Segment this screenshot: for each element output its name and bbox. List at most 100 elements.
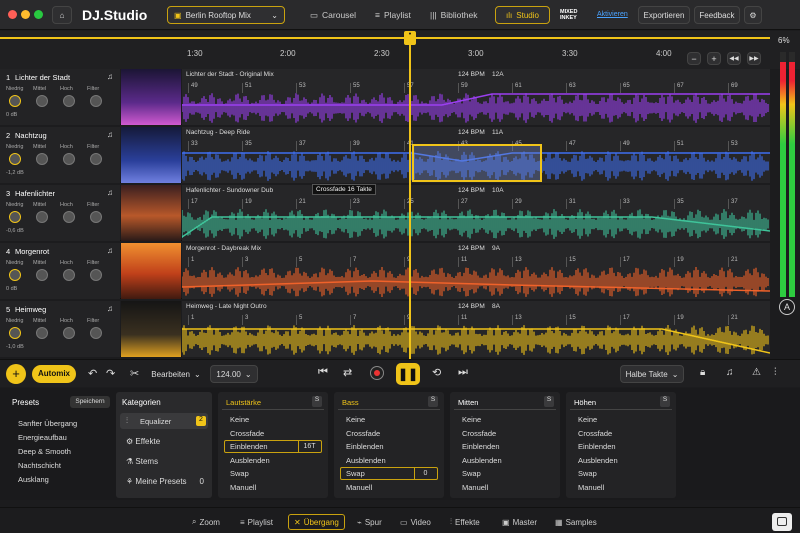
- tab-track[interactable]: ⌁ Spur: [357, 514, 382, 530]
- transition-option[interactable]: Swap: [578, 469, 597, 478]
- tab-playlist[interactable]: ≡ Playlist: [375, 6, 411, 24]
- transition-option[interactable]: Crossfade: [230, 429, 264, 438]
- eq-knob[interactable]: [63, 153, 75, 165]
- jump-end-button[interactable]: ▶▶: [747, 52, 761, 65]
- tab-zoom[interactable]: ⌕ Zoom: [192, 514, 220, 530]
- maximize-window-button[interactable]: [34, 10, 43, 19]
- eq-knob[interactable]: [9, 327, 21, 339]
- transition-option[interactable]: Swap: [462, 469, 481, 478]
- transition-option[interactable]: Keine: [578, 415, 597, 424]
- chat-button[interactable]: [772, 513, 792, 531]
- activate-link[interactable]: Aktivieren: [597, 11, 628, 18]
- playhead-handle[interactable]: •: [404, 31, 416, 45]
- preset-item[interactable]: Energieaufbau: [18, 433, 67, 442]
- transition-option[interactable]: Manuell: [578, 483, 604, 492]
- solo-button[interactable]: S: [312, 396, 322, 407]
- eq-knob[interactable]: [36, 95, 48, 107]
- settings-button[interactable]: ⚙: [744, 6, 762, 24]
- eq-knob[interactable]: [90, 153, 102, 165]
- transition-option[interactable]: Einblenden: [346, 442, 384, 451]
- headphones-icon[interactable]: ♫: [726, 367, 734, 378]
- limiter-icon[interactable]: A: [779, 299, 795, 315]
- headphones-icon[interactable]: ♫: [107, 304, 113, 313]
- category-stems[interactable]: ⚗ Stems: [126, 457, 158, 466]
- category-effects[interactable]: ⚙ Effekte: [126, 437, 160, 446]
- save-preset-button[interactable]: Speichern: [70, 396, 110, 408]
- close-window-button[interactable]: [8, 10, 17, 19]
- undo-icon[interactable]: ↶: [88, 367, 97, 380]
- next-icon[interactable]: ⏭: [458, 366, 468, 379]
- transition-option[interactable]: Keine: [230, 415, 249, 424]
- bars-dropdown[interactable]: Halbe Takte ⌄: [620, 365, 684, 383]
- transition-option[interactable]: Ausblenden: [462, 456, 502, 465]
- preset-item[interactable]: Ausklang: [18, 475, 49, 484]
- redo-icon[interactable]: ↷: [106, 367, 115, 380]
- edit-mode-dropdown[interactable]: Bearbeiten ⌄: [146, 365, 206, 383]
- transition-option[interactable]: Ausblenden: [230, 456, 270, 465]
- add-button[interactable]: +: [6, 364, 26, 384]
- transition-option[interactable]: Keine: [346, 415, 365, 424]
- transition-option[interactable]: Ausblenden: [346, 456, 386, 465]
- tab-master[interactable]: ▣ Master: [502, 514, 537, 530]
- eq-knob[interactable]: [63, 211, 75, 223]
- eq-knob[interactable]: [36, 153, 48, 165]
- automix-button[interactable]: Automix: [32, 365, 76, 383]
- option-value[interactable]: 16T: [298, 441, 320, 452]
- tab-video[interactable]: ▭ Video: [400, 514, 431, 530]
- eq-knob[interactable]: [90, 327, 102, 339]
- equalizer-icon[interactable]: ⫶: [774, 367, 777, 378]
- preset-item[interactable]: Nachtschicht: [18, 461, 61, 470]
- tab-samples[interactable]: ▦ Samples: [555, 514, 597, 530]
- eq-knob[interactable]: [9, 211, 21, 223]
- mix-selector[interactable]: ▣ Berlin Rooftop Mix ⌄: [167, 6, 285, 24]
- waveform-lane[interactable]: Nachtzug - Deep Ride124 BPM11A3335373941…: [182, 127, 770, 183]
- eq-knob[interactable]: [36, 327, 48, 339]
- home-button[interactable]: ⌂: [52, 6, 72, 24]
- transition-option[interactable]: Einblenden: [462, 442, 500, 451]
- tab-library[interactable]: ||| Bibliothek: [430, 6, 477, 24]
- headphones-icon[interactable]: ♫: [107, 246, 113, 255]
- sync-icon[interactable]: ⇄: [343, 366, 352, 379]
- minimize-window-button[interactable]: [21, 10, 30, 19]
- bpm-field[interactable]: 124.00 ⌄: [210, 365, 258, 383]
- eq-knob[interactable]: [9, 269, 21, 281]
- eq-knob[interactable]: [36, 211, 48, 223]
- crossfade-region[interactable]: [412, 144, 542, 182]
- eq-knob[interactable]: [63, 95, 75, 107]
- transition-option[interactable]: Ausblenden: [578, 456, 618, 465]
- timeline-ruler[interactable]: 1:30 2:00 2:30 3:00 3:30 4:00 − + ◀◀ ▶▶ …: [0, 31, 800, 69]
- waveform-lane[interactable]: Heimweg - Late Night Outro124 BPM8A13579…: [182, 301, 770, 357]
- waveform-lane[interactable]: Morgenrot - Daybreak Mix124 BPM9A1357911…: [182, 243, 770, 299]
- headphones-icon[interactable]: ♫: [107, 72, 113, 81]
- transition-option[interactable]: Manuell: [462, 483, 488, 492]
- transition-option[interactable]: Manuell: [346, 483, 372, 492]
- eq-knob[interactable]: [9, 95, 21, 107]
- eq-knob[interactable]: [90, 269, 102, 281]
- headphones-icon[interactable]: ♫: [107, 130, 113, 139]
- lock-icon[interactable]: 🔒︎: [700, 367, 705, 378]
- waveform-lane[interactable]: Hafenlichter - Sundowner Dub 124 BPM 10A 17…: [182, 185, 770, 241]
- transition-option[interactable]: Keine: [462, 415, 481, 424]
- zoom-in-button[interactable]: +: [707, 52, 721, 65]
- option-value[interactable]: 0: [414, 468, 436, 479]
- tab-studio[interactable]: ılı Studio: [495, 6, 550, 24]
- preset-item[interactable]: Deep & Smooth: [18, 447, 71, 456]
- solo-button[interactable]: S: [544, 396, 554, 407]
- category-my-presets[interactable]: ⚘ Meine Presets 0: [126, 477, 208, 486]
- eq-knob[interactable]: [90, 211, 102, 223]
- transition-option[interactable]: Crossfade: [462, 429, 496, 438]
- eq-knob[interactable]: [9, 153, 21, 165]
- zoom-out-button[interactable]: −: [687, 52, 701, 65]
- transition-option[interactable]: Crossfade: [346, 429, 380, 438]
- eq-knob[interactable]: [63, 327, 75, 339]
- pause-button[interactable]: ❚❚: [396, 363, 420, 385]
- warning-icon[interactable]: ⚠: [752, 367, 761, 378]
- preset-item[interactable]: Sanfter Übergang: [18, 419, 77, 428]
- overview-bar[interactable]: [0, 37, 770, 39]
- solo-button[interactable]: S: [428, 396, 438, 407]
- previous-icon[interactable]: ⏮: [318, 366, 328, 379]
- waveform-lane[interactable]: Lichter der Stadt - Original Mix 124 BPM 1…: [182, 69, 770, 125]
- scissors-icon[interactable]: ✂: [130, 367, 139, 380]
- export-button[interactable]: Exportieren: [638, 6, 690, 24]
- tab-transition[interactable]: ✕ Übergang: [288, 514, 345, 530]
